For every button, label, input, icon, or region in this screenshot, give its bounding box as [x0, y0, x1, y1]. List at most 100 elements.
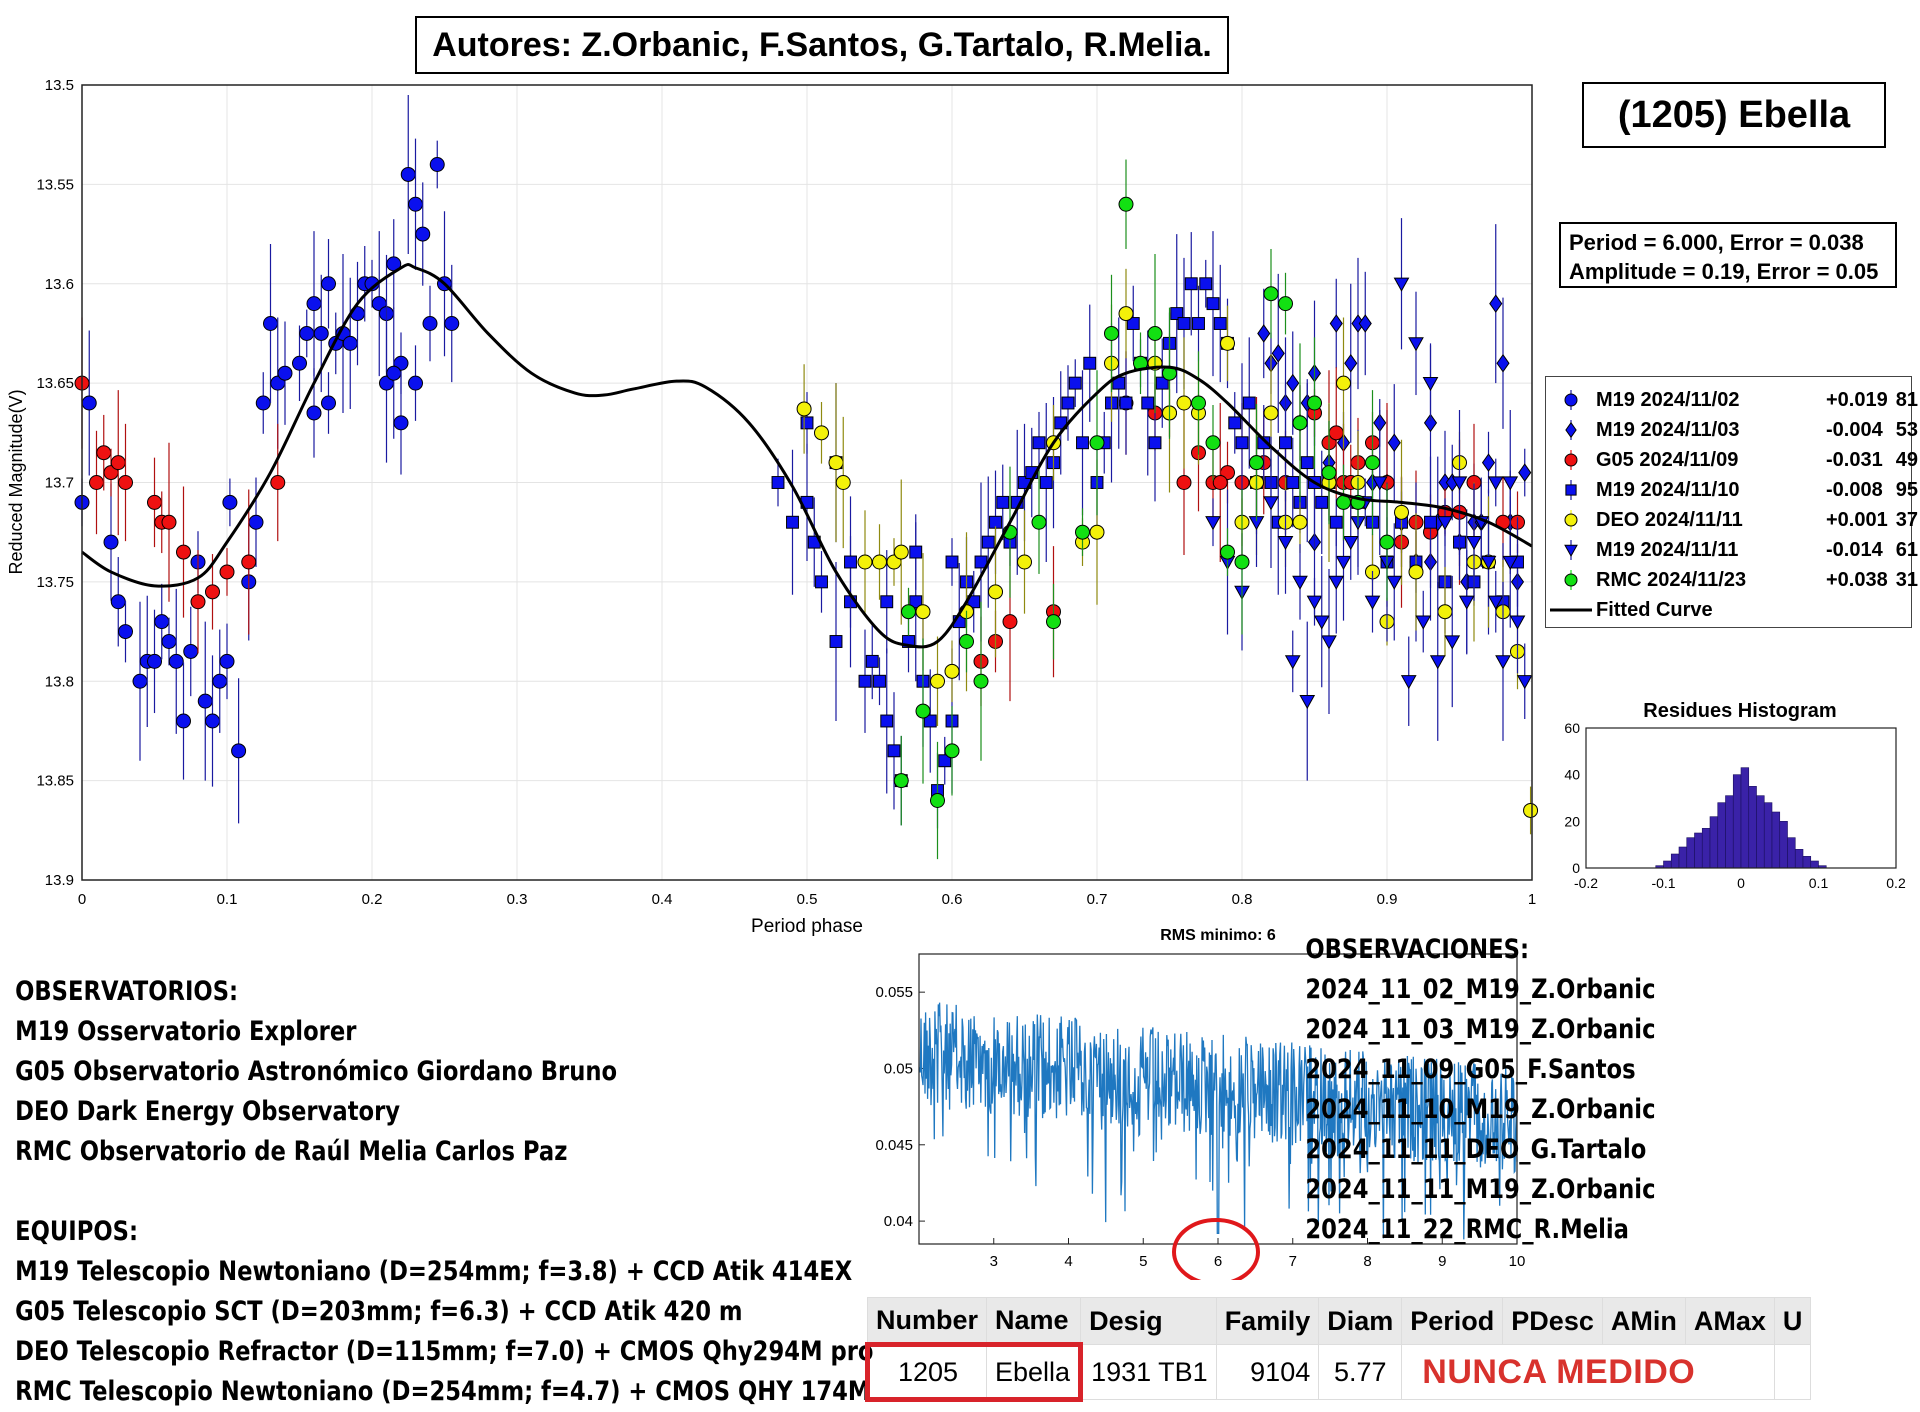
data-point	[176, 544, 191, 560]
legend-symbol	[1546, 448, 1596, 472]
data-point	[1408, 337, 1424, 352]
data-point	[1315, 495, 1329, 509]
histogram-bar	[1763, 802, 1773, 869]
data-point	[1234, 554, 1250, 570]
data-point	[1299, 695, 1316, 710]
data-point	[1379, 534, 1395, 550]
data-point	[945, 555, 959, 569]
legend-item: M19 2024/11/02 +0.019 81	[1546, 385, 1918, 415]
data-point	[400, 166, 416, 182]
rms-x-tick: 9	[1438, 1253, 1446, 1270]
data-point	[313, 325, 329, 341]
legend-marker	[1565, 421, 1577, 439]
observacion-line: 2024_11_03_M19_Z.Orbanic	[1305, 1014, 1656, 1045]
data-point	[1387, 433, 1401, 453]
histogram-bar	[1740, 767, 1750, 869]
data-point	[835, 475, 851, 490]
data-point	[1466, 536, 1482, 551]
data-point	[1076, 436, 1089, 450]
histogram-bar	[1694, 832, 1703, 869]
data-point	[880, 714, 894, 728]
data-point	[386, 365, 402, 381]
cell-desig: 1931 TB1	[1080, 1344, 1217, 1400]
data-point	[996, 495, 1010, 509]
legend-offset: -0.004	[1826, 418, 1883, 441]
lightcurve-x-axis-label: Period phase	[751, 916, 863, 937]
data-point	[1191, 395, 1206, 411]
legend-item: DEO 2024/11/11 +0.001 37	[1546, 505, 1918, 535]
histogram-bar	[1732, 774, 1742, 869]
data-point	[1002, 614, 1018, 630]
data-point	[1335, 555, 1352, 571]
rms-y-tick: 0.055	[875, 984, 913, 1001]
data-point	[814, 425, 829, 441]
legend-offset: -0.014	[1826, 538, 1883, 561]
data-point	[909, 545, 923, 559]
legend-count: 53	[1895, 418, 1918, 441]
histogram-bar	[1748, 786, 1757, 869]
data-point	[1242, 396, 1256, 410]
data-point	[118, 624, 133, 640]
legend-marker	[1564, 544, 1578, 558]
histogram-x-tick: -0.1	[1651, 875, 1675, 891]
observatorio-line: G05 Observatorio Astronómico Giordano Br…	[15, 1056, 618, 1087]
data-point	[1141, 396, 1155, 410]
data-point	[1068, 376, 1082, 390]
data-point	[96, 445, 112, 461]
series-legend: M19 2024/11/02 +0.019 81 M19 2024/11/03 -0.0…	[1545, 376, 1918, 628]
rms-x-tick: 3	[990, 1253, 998, 1270]
histogram-bar	[1663, 860, 1672, 869]
observacion-line: 2024_11_09_G05_F.Santos	[1305, 1054, 1636, 1085]
legend-name: M19 2024/11/10	[1596, 478, 1740, 501]
y-tick-label: 13.75	[36, 574, 74, 591]
legend-name: Fitted Curve	[1596, 598, 1713, 621]
legend-item: M19 2024/11/10 -0.008 95	[1546, 475, 1918, 505]
data-point	[988, 584, 1003, 600]
data-point	[1509, 615, 1526, 630]
histogram-bar	[1709, 816, 1719, 869]
observatorios-heading: OBSERVATORIOS:	[15, 976, 239, 1007]
data-point	[873, 674, 886, 688]
data-point	[1429, 655, 1446, 670]
histogram-x-tick: -0.2	[1574, 875, 1598, 891]
data-point	[1228, 416, 1242, 430]
data-point	[1220, 335, 1235, 351]
equipos-heading: EQUIPOS:	[15, 1216, 139, 1247]
observatorio-line: RMC Observatorio de Raúl Melia Carlos Pa…	[15, 1136, 568, 1167]
data-point	[959, 634, 974, 649]
data-point	[1278, 296, 1293, 312]
data-point	[1292, 575, 1308, 590]
data-point	[1176, 475, 1192, 490]
legend-offset: +0.019	[1826, 388, 1888, 411]
col-amin: AMin	[1601, 1297, 1686, 1345]
data-point	[118, 475, 133, 490]
data-point	[147, 653, 162, 669]
legend-marker	[1564, 573, 1578, 587]
fit-info-box: Period = 6.000, Error = 0.038 Amplitude …	[1559, 222, 1897, 288]
series-group	[796, 268, 1539, 835]
data-point	[263, 316, 278, 331]
data-point	[1083, 356, 1097, 370]
data-point	[1523, 802, 1539, 818]
legend-count: 31	[1895, 568, 1918, 591]
data-point	[1257, 324, 1271, 343]
series-group	[893, 159, 1395, 860]
data-point	[408, 196, 423, 212]
data-point	[103, 534, 119, 550]
data-point	[1235, 436, 1249, 450]
data-point	[415, 226, 431, 242]
data-point	[1205, 435, 1221, 451]
data-point	[1306, 595, 1323, 610]
histogram-y-tick: 0	[1572, 860, 1580, 876]
table-row: 1205 Ebella 1931 TB1 9104 5.77 NUNCA MED…	[864, 1342, 1812, 1402]
data-point	[857, 554, 873, 570]
legend-name: DEO 2024/11/11	[1596, 508, 1743, 531]
legend-count: 49	[1895, 448, 1918, 471]
data-point	[1365, 455, 1380, 471]
data-point	[161, 634, 177, 649]
data-point	[1393, 277, 1410, 292]
data-point	[132, 673, 148, 689]
col-number: Number	[866, 1297, 988, 1345]
lightcurve-ticks: 0 0.1 0.2 0.3 0.4 0.5 0.6 0.7 0.8 0.9 1 13.5 13.55 13…	[36, 77, 1536, 908]
data-point	[893, 773, 909, 789]
